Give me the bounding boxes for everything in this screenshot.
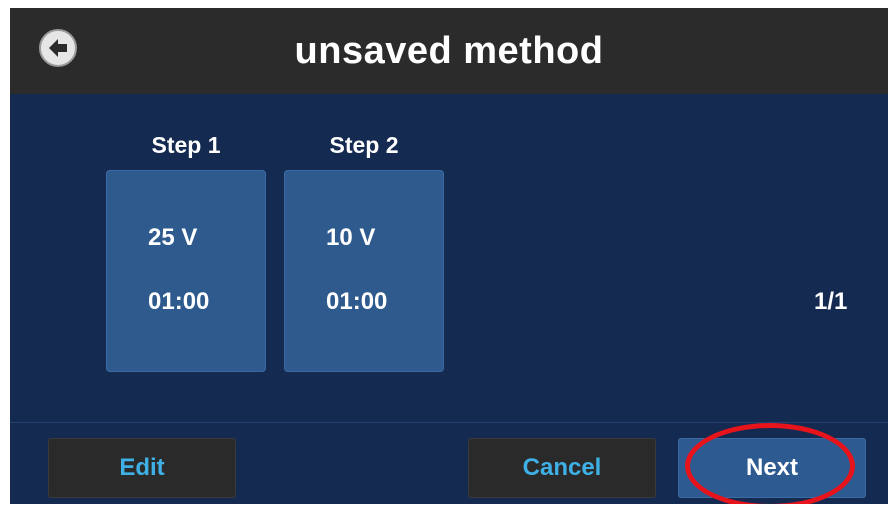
edit-button[interactable]: Edit <box>48 438 236 498</box>
method-screen: unsaved method Step 1 25 V 01:00 Step 2 … <box>10 8 888 504</box>
cancel-button[interactable]: Cancel <box>468 438 656 498</box>
step-2-time: 01:00 <box>326 288 388 315</box>
step-1-voltage: 25 V <box>148 224 198 251</box>
step-2-card[interactable]: 10 V 01:00 <box>284 170 444 372</box>
step-1-card[interactable]: 25 V 01:00 <box>106 170 266 372</box>
step-2-label: Step 2 <box>329 132 399 158</box>
header-bar: unsaved method <box>10 8 888 94</box>
step-1-time: 01:00 <box>148 288 210 315</box>
arrow-left-circle-icon <box>39 29 77 67</box>
back-button[interactable] <box>38 28 78 68</box>
footer-divider <box>10 422 888 423</box>
step-1-label: Step 1 <box>151 132 221 158</box>
step-2-voltage: 10 V <box>326 224 376 251</box>
page-indicator: 1/1 <box>814 288 848 315</box>
next-button[interactable]: Next <box>678 438 866 498</box>
page-title: unsaved method <box>294 30 604 72</box>
